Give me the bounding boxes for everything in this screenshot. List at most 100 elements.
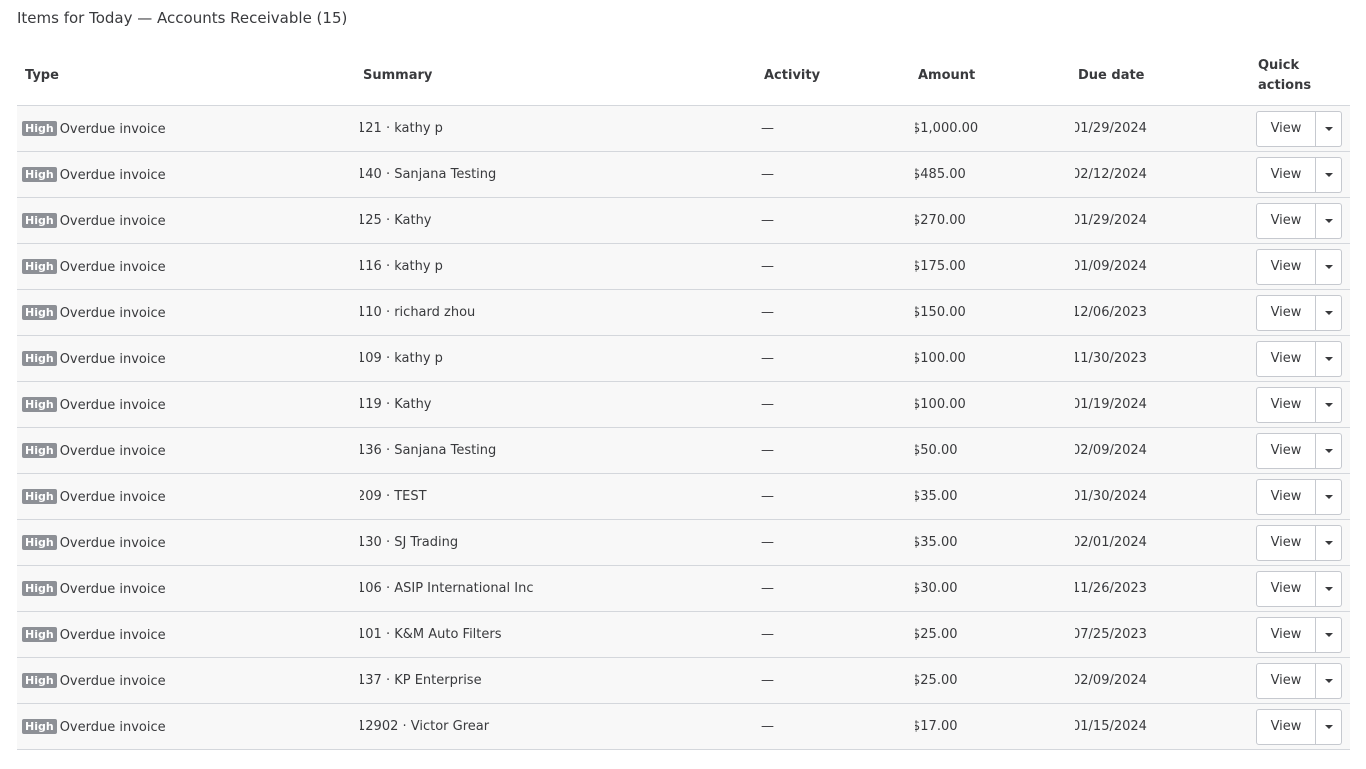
activity-cell: — — [761, 289, 915, 336]
column-header-type[interactable]: Type — [17, 46, 360, 106]
quick-action-dropdown-button[interactable] — [1316, 110, 1342, 147]
column-header-amount[interactable]: Amount — [915, 46, 1075, 106]
view-button[interactable]: View — [1256, 432, 1316, 469]
type-label: Overdue invoice — [59, 719, 166, 735]
activity-cell: — — [761, 197, 915, 244]
table-row[interactable]: High Overdue invoice 137 · KP Enterprise — $… — [17, 657, 1350, 704]
view-button[interactable]: View — [1256, 708, 1316, 745]
table-body: High Overdue invoice 121 · kathy p — $1,000.… — [17, 105, 1350, 750]
summary-text: 125 · Kathy — [360, 213, 432, 228]
quick-action-dropdown-button[interactable] — [1316, 386, 1342, 423]
summary-text: 106 · ASIP International Inc — [360, 581, 534, 596]
priority-badge: High — [22, 580, 57, 596]
amount-cell: $50.00 — [915, 427, 1075, 474]
summary-cell[interactable]: 116 · kathy p — [360, 243, 761, 290]
summary-cell[interactable]: 137 · KP Enterprise — [360, 657, 761, 704]
table-row[interactable]: High Overdue invoice 125 · Kathy — $270.00 01… — [17, 197, 1350, 244]
view-button[interactable]: View — [1256, 524, 1316, 561]
table-row[interactable]: High Overdue invoice 106 · ASIP Internatio… — [17, 565, 1350, 612]
table-row[interactable]: High Overdue invoice 109 · kathy p — $100.00… — [17, 335, 1350, 382]
summary-cell[interactable]: 130 · SJ Trading — [360, 519, 761, 566]
quick-action-dropdown-button[interactable] — [1316, 616, 1342, 653]
quick-action-group: View — [1256, 110, 1342, 147]
view-button[interactable]: View — [1256, 340, 1316, 377]
quick-action-dropdown-button[interactable] — [1316, 202, 1342, 239]
table-row[interactable]: High Overdue invoice 209 · TEST — $35.00 01/3… — [17, 473, 1350, 520]
view-button[interactable]: View — [1256, 156, 1316, 193]
column-header-due-date[interactable]: Due date — [1075, 46, 1256, 106]
type-label: Overdue invoice — [59, 259, 166, 275]
view-button[interactable]: View — [1256, 294, 1316, 331]
summary-cell[interactable]: 125 · Kathy — [360, 197, 761, 244]
quick-action-dropdown-button[interactable] — [1316, 708, 1342, 745]
table-row[interactable]: High Overdue invoice 116 · kathy p — $175.00… — [17, 243, 1350, 290]
accounts-receivable-table-container: Type Summary Activity Amount Due date Qu… — [17, 46, 1350, 750]
quick-action-group: View — [1256, 616, 1342, 653]
column-header-activity[interactable]: Activity — [761, 46, 915, 106]
quick-action-dropdown-button[interactable] — [1316, 248, 1342, 285]
summary-cell[interactable]: 140 · Sanjana Testing — [360, 151, 761, 198]
table-row[interactable]: High Overdue invoice 12902 · Victor Grear —… — [17, 703, 1350, 750]
chevron-down-icon — [1324, 264, 1333, 269]
due-date-cell: 01/09/2024 — [1075, 243, 1256, 290]
chevron-down-icon — [1324, 172, 1333, 177]
summary-cell[interactable]: 121 · kathy p — [360, 105, 761, 152]
amount-text: $50.00 — [915, 443, 958, 458]
quick-action-dropdown-button[interactable] — [1316, 570, 1342, 607]
quick-actions-cell: View — [1256, 657, 1350, 704]
table-row[interactable]: High Overdue invoice 119 · Kathy — $100.00 01… — [17, 381, 1350, 428]
summary-cell[interactable]: 106 · ASIP International Inc — [360, 565, 761, 612]
summary-cell[interactable]: 12902 · Victor Grear — [360, 703, 761, 750]
table-row[interactable]: High Overdue invoice 110 · richard zhou — $1… — [17, 289, 1350, 336]
amount-cell: $25.00 — [915, 611, 1075, 658]
summary-text: 116 · kathy p — [360, 259, 443, 274]
table-row[interactable]: High Overdue invoice 136 · Sanjana Testing… — [17, 427, 1350, 474]
table-row[interactable]: High Overdue invoice 130 · SJ Trading — $35.… — [17, 519, 1350, 566]
view-button[interactable]: View — [1256, 386, 1316, 423]
activity-text: — — [761, 627, 774, 642]
quick-action-dropdown-button[interactable] — [1316, 340, 1342, 377]
chevron-down-icon — [1324, 494, 1333, 499]
view-button[interactable]: View — [1256, 616, 1316, 653]
view-button[interactable]: View — [1256, 570, 1316, 607]
quick-actions-cell: View — [1256, 243, 1350, 290]
quick-action-dropdown-button[interactable] — [1316, 662, 1342, 699]
view-button[interactable]: View — [1256, 110, 1316, 147]
quick-action-dropdown-button[interactable] — [1316, 524, 1342, 561]
type-cell: High Overdue invoice — [17, 565, 360, 612]
summary-cell[interactable]: 209 · TEST — [360, 473, 761, 520]
quick-action-dropdown-button[interactable] — [1316, 156, 1342, 193]
type-label: Overdue invoice — [59, 581, 166, 597]
summary-cell[interactable]: 101 · K&M Auto Filters — [360, 611, 761, 658]
quick-action-dropdown-button[interactable] — [1316, 294, 1342, 331]
activity-cell: — — [761, 703, 915, 750]
view-button[interactable]: View — [1256, 248, 1316, 285]
quick-action-dropdown-button[interactable] — [1316, 432, 1342, 469]
column-header-summary[interactable]: Summary — [360, 46, 761, 106]
summary-text: 137 · KP Enterprise — [360, 673, 482, 688]
summary-cell[interactable]: 110 · richard zhou — [360, 289, 761, 336]
view-button[interactable]: View — [1256, 202, 1316, 239]
summary-cell[interactable]: 109 · kathy p — [360, 335, 761, 382]
amount-text: $30.00 — [915, 581, 958, 596]
due-date-text: 01/29/2024 — [1075, 121, 1147, 136]
activity-cell: — — [761, 611, 915, 658]
quick-action-dropdown-button[interactable] — [1316, 478, 1342, 515]
priority-badge: High — [22, 626, 57, 642]
table-row[interactable]: High Overdue invoice 121 · kathy p — $1,000.… — [17, 105, 1350, 152]
view-button[interactable]: View — [1256, 662, 1316, 699]
amount-text: $150.00 — [915, 305, 966, 320]
table-row[interactable]: High Overdue invoice 140 · Sanjana Testing… — [17, 151, 1350, 198]
table-row[interactable]: High Overdue invoice 101 · K&M Auto Filter… — [17, 611, 1350, 658]
amount-cell: $175.00 — [915, 243, 1075, 290]
due-date-text: 11/30/2023 — [1075, 351, 1147, 366]
view-button[interactable]: View — [1256, 478, 1316, 515]
summary-cell[interactable]: 136 · Sanjana Testing — [360, 427, 761, 474]
activity-cell: — — [761, 427, 915, 474]
type-label: Overdue invoice — [59, 167, 166, 183]
chevron-down-icon — [1324, 310, 1333, 315]
summary-cell[interactable]: 119 · Kathy — [360, 381, 761, 428]
type-label: Overdue invoice — [59, 305, 166, 321]
type-cell: High Overdue invoice — [17, 381, 360, 428]
quick-actions-cell: View — [1256, 611, 1350, 658]
